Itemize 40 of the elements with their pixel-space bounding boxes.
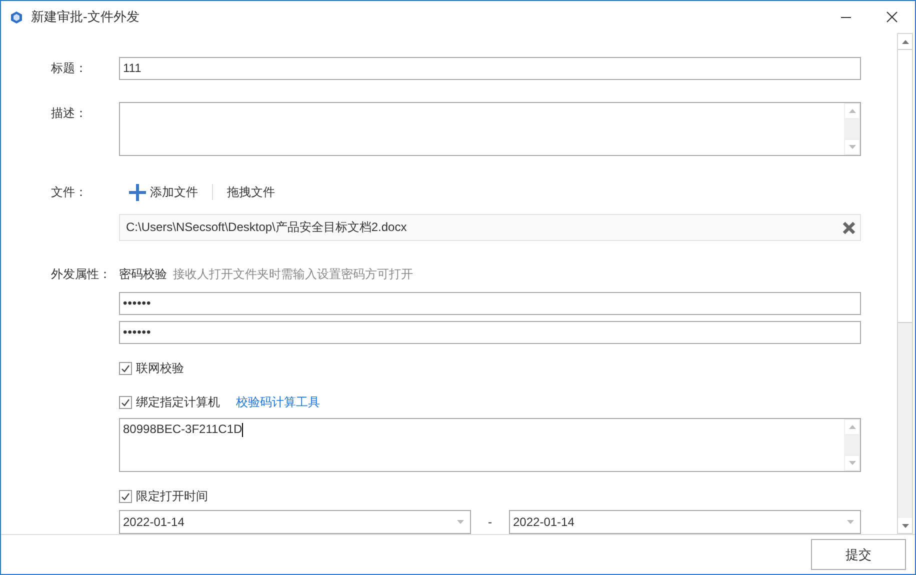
scroll-up-icon[interactable] xyxy=(848,109,856,113)
checkbox-label: 限定打开时间 xyxy=(136,488,208,504)
field-label: 外发属性： xyxy=(51,266,112,283)
scroll-up-icon[interactable] xyxy=(902,40,908,44)
scrollbar[interactable] xyxy=(844,103,860,155)
checkbox[interactable] xyxy=(119,490,132,502)
close-icon[interactable] xyxy=(886,11,898,23)
checkbox-label: 联网校验 xyxy=(136,360,184,376)
description-field[interactable] xyxy=(119,102,861,156)
drag-file-button[interactable]: 拖拽文件 xyxy=(217,181,285,203)
range-separator: - xyxy=(487,515,493,529)
code-field[interactable]: 80998BEC-3F211C1D xyxy=(119,418,861,472)
scroll-down-icon[interactable] xyxy=(902,524,908,528)
date-picker[interactable]: 2022-01-14 xyxy=(509,510,861,534)
password-field[interactable]: •••••• xyxy=(119,321,861,344)
field-label: 标题： xyxy=(51,60,88,77)
scrollbar[interactable] xyxy=(897,33,913,534)
field-label: 文件： xyxy=(51,184,88,200)
scrollbar[interactable] xyxy=(844,419,860,471)
app-icon xyxy=(10,10,23,24)
window-title: 新建审批-文件外发 xyxy=(31,8,140,26)
field-label: 描述： xyxy=(51,105,88,122)
hint-text: 接收人打开文件夹时需输入设置密码方可打开 xyxy=(173,266,413,283)
title-field[interactable]: 111 xyxy=(119,57,861,80)
dropdown-icon[interactable] xyxy=(457,520,464,524)
file-path: C:\Users\NSecsoft\Desktop\产品安全目标文档2.docx xyxy=(126,219,408,236)
scroll-down-icon[interactable] xyxy=(848,145,856,149)
scroll-down-icon[interactable] xyxy=(848,461,856,465)
password-field[interactable]: •••••• xyxy=(119,292,861,315)
scroll-up-icon[interactable] xyxy=(848,425,856,429)
checkbox[interactable] xyxy=(119,362,132,374)
plus-icon[interactable] xyxy=(129,184,146,200)
add-file-button[interactable]: 添加文件 xyxy=(119,181,208,203)
dropdown-icon[interactable] xyxy=(847,520,854,524)
checkbox-label: 绑定指定计算机 xyxy=(136,394,220,410)
section-title: 密码校验 xyxy=(119,266,167,283)
calculator-link[interactable]: 校验码计算工具 xyxy=(236,394,320,410)
checkbox[interactable] xyxy=(119,396,132,408)
submit-button[interactable]: 提交 xyxy=(811,539,906,570)
date-picker[interactable]: 2022-01-14 xyxy=(119,510,471,534)
